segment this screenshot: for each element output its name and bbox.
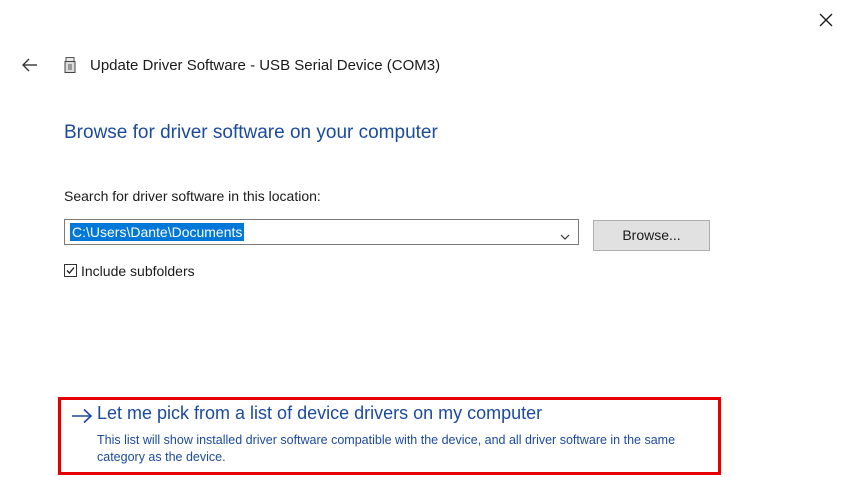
usb-device-icon bbox=[64, 57, 76, 73]
back-button[interactable] bbox=[21, 57, 39, 73]
pick-from-list-description: This list will show installed driver sof… bbox=[97, 433, 676, 464]
browse-button[interactable]: Browse... bbox=[593, 220, 710, 251]
driver-path-combobox[interactable]: C:\Users\Dante\Documents bbox=[64, 219, 579, 245]
driver-path-input[interactable]: C:\Users\Dante\Documents bbox=[70, 223, 245, 241]
page-heading: Browse for driver software on your compu… bbox=[64, 122, 438, 143]
chevron-down-icon[interactable] bbox=[560, 228, 570, 240]
location-label: Search for driver software in this locat… bbox=[64, 188, 321, 204]
update-driver-dialog: Update Driver Software - USB Serial Devi… bbox=[0, 0, 850, 489]
right-arrow-icon bbox=[71, 408, 93, 424]
title-bar bbox=[0, 0, 850, 46]
include-subfolders-label[interactable]: Include subfolders bbox=[81, 263, 195, 279]
dialog-title: Update Driver Software - USB Serial Devi… bbox=[90, 57, 441, 74]
pick-from-list-option[interactable]: Let me pick from a list of device driver… bbox=[58, 397, 721, 475]
close-button[interactable] bbox=[816, 10, 836, 30]
back-arrow-icon bbox=[22, 58, 37, 72]
pick-from-list-title[interactable]: Let me pick from a list of device driver… bbox=[97, 403, 542, 424]
include-subfolders-checkbox[interactable] bbox=[64, 264, 77, 277]
close-icon bbox=[819, 13, 833, 27]
checkmark-icon bbox=[66, 267, 75, 274]
header-row: Update Driver Software - USB Serial Devi… bbox=[0, 54, 850, 78]
